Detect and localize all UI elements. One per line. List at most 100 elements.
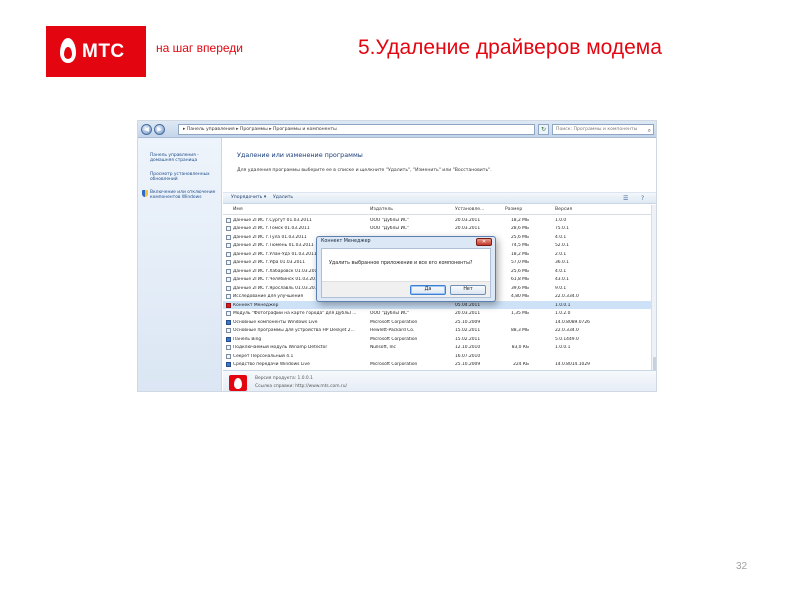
logo-text: МТС xyxy=(82,41,125,62)
table-row[interactable]: Модуль "Фотографии на карте города" для … xyxy=(223,310,651,318)
program-icon xyxy=(226,328,231,334)
program-icon xyxy=(226,285,231,291)
cell-publisher: Hewlett-Packard Co. xyxy=(370,328,415,334)
sidebar: Панель управления - домашняя страница Пр… xyxy=(138,138,222,391)
cell-size: 18,2 МБ xyxy=(511,217,529,223)
table-row[interactable]: Подключаемый модуль Winamp Detector Nulls… xyxy=(223,344,651,352)
cell-name: Основные компоненты Windows Live xyxy=(233,319,318,325)
cell-version: 9.0.1 xyxy=(555,285,567,291)
column-header-publisher[interactable]: Издатель xyxy=(370,207,393,212)
cell-version: 36.0.1 xyxy=(555,260,569,266)
program-icon xyxy=(226,277,231,283)
cell-date: 20.03.2011 xyxy=(455,311,481,317)
cell-size: 1,35 МБ xyxy=(511,311,529,317)
program-icon xyxy=(226,268,231,274)
cell-size: 88,3 МБ xyxy=(511,328,529,334)
cell-size: 61,8 МБ xyxy=(511,277,529,283)
page-subtitle: Для удаления программы выберите ее в спи… xyxy=(237,168,492,173)
cell-publisher: Nullsoft, Inc xyxy=(370,345,396,351)
close-icon[interactable]: ✕ xyxy=(476,238,492,246)
sidebar-item-updates[interactable]: Просмотр установленных обновлений xyxy=(150,172,216,183)
cell-publisher: Microsoft Corporation xyxy=(370,336,418,342)
program-icon xyxy=(226,362,231,368)
vertical-scrollbar[interactable] xyxy=(651,205,656,390)
forward-arrow-icon[interactable]: ▶ xyxy=(154,124,165,135)
table-row[interactable]: Основные программы для устройства HP Des… xyxy=(223,327,651,335)
help-link[interactable]: Ссылка справки: http://www.mts.com.ru/ xyxy=(255,384,347,389)
cell-version: 2.0.1 xyxy=(555,251,567,257)
yes-button[interactable]: Да xyxy=(410,285,446,295)
sidebar-item-windows-features[interactable]: Включение или отключение компонентов Win… xyxy=(150,190,216,201)
cell-name: Панель Bing xyxy=(233,336,262,342)
table-row[interactable]: Средство передачи Windows Live Microsoft … xyxy=(223,361,651,369)
cell-date: 16.07.2010 xyxy=(455,353,481,359)
cell-publisher: ООО "ДубльГИС" xyxy=(370,311,409,317)
table-row[interactable]: Коннект Менеджер 05.04.2011 1.0.0.1 xyxy=(223,301,651,310)
tagline: на шаг впереди xyxy=(156,41,243,55)
dialog-title: Коннект Менеджер xyxy=(321,239,371,244)
program-icon xyxy=(226,217,231,223)
organize-button[interactable]: Упорядочить ▾ xyxy=(231,195,266,200)
cell-size: 83,0 КБ xyxy=(511,345,529,351)
dialog-button-bar: Да Нет xyxy=(322,281,490,297)
cell-name: Данные 2ГИС г.Томск 01.03.2011 xyxy=(233,226,310,232)
cell-name: Подключаемый модуль Winamp Detector xyxy=(233,345,328,351)
cell-size: 74,5 МБ xyxy=(511,243,529,249)
cell-name: Модуль "Фотографии на карте города" для … xyxy=(233,311,357,317)
help-icon[interactable]: ? xyxy=(641,195,644,202)
breadcrumb[interactable]: ▸ Панель управления ▸ Программы ▸ Програ… xyxy=(178,124,535,135)
column-header-installed[interactable]: Установле... xyxy=(455,207,484,212)
column-header-size[interactable]: Размер xyxy=(505,207,522,212)
address-bar: ◀ ▶ ▸ Панель управления ▸ Программы ▸ Пр… xyxy=(138,121,656,138)
cell-size: 39,6 МБ xyxy=(511,285,529,291)
back-arrow-icon[interactable]: ◀ xyxy=(141,124,152,135)
cell-date: 25.10.2009 xyxy=(455,319,481,325)
program-icon xyxy=(226,336,231,342)
cell-version: 5.0.1449.0 xyxy=(555,336,579,342)
uninstall-button[interactable]: Удалить xyxy=(273,195,293,200)
cell-size: 18,2 МБ xyxy=(511,251,529,257)
confirm-dialog: Коннект Менеджер ✕ Удалить выбранное при… xyxy=(316,236,496,302)
cell-version: 1.0.0.1 xyxy=(555,345,571,351)
column-header-name[interactable]: Имя xyxy=(233,207,243,212)
cell-version: 1.0.0.1 xyxy=(555,302,571,308)
column-header-version[interactable]: Версия xyxy=(555,207,572,212)
program-icon xyxy=(226,353,231,359)
table-row[interactable]: Данные 2ГИС г.Томск 01.03.2011 ООО "Дубль… xyxy=(223,225,651,233)
view-options-icon[interactable]: ☰ xyxy=(623,195,628,202)
slide-title: 5.Удаление драйверов модема xyxy=(358,36,662,59)
search-placeholder: Поиск: Программы и компоненты xyxy=(556,127,638,132)
mts-logo: МТС xyxy=(46,26,146,77)
table-row[interactable]: Секрет Персональный 4.1 16.07.2010 xyxy=(223,352,651,360)
page-heading: Удаление или изменение программы xyxy=(237,151,363,159)
cell-date: 15.02.2011 xyxy=(455,336,481,342)
table-row[interactable]: Данные 2ГИС г.Сургут 01.03.2011 ООО "Дубл… xyxy=(223,216,651,224)
cell-version: 1.0.0 xyxy=(555,217,567,223)
details-pane: Версия продукта: 1.0.0.1 Ссылка справки:… xyxy=(223,370,656,391)
cell-size: 28,6 МБ xyxy=(511,226,529,232)
cell-name: Коннект Менеджер xyxy=(233,302,279,308)
page-number: 32 xyxy=(736,561,748,572)
cell-size: 224 КБ xyxy=(513,362,529,368)
cell-name: Средство передачи Windows Live xyxy=(233,362,310,368)
search-input[interactable]: Поиск: Программы и компоненты ⌕ xyxy=(552,124,654,135)
cell-name: Данные 2ГИС г.Сургут 01.03.2011 xyxy=(233,217,312,223)
cell-version: 4.0.1 xyxy=(555,268,567,274)
cell-date: 20.03.2011 xyxy=(455,226,481,232)
cell-name: Основные программы для устройства HP Des… xyxy=(233,328,355,334)
table-row[interactable]: Панель Bing Microsoft Corporation 15.02.20… xyxy=(223,335,651,343)
cell-date: 12.10.2010 xyxy=(455,345,481,351)
program-icon xyxy=(226,345,231,351)
refresh-icon[interactable]: ↻ xyxy=(538,124,549,135)
program-icon xyxy=(226,243,231,249)
shield-icon xyxy=(142,190,148,197)
table-row[interactable]: Основные компоненты Windows Live Microsof… xyxy=(223,318,651,326)
sidebar-item-home[interactable]: Панель управления - домашняя страница xyxy=(150,153,216,164)
no-button[interactable]: Нет xyxy=(450,285,486,295)
cell-date: 05.04.2011 xyxy=(455,302,481,308)
column-headers: Имя Издатель Установле... Размер Версия xyxy=(223,205,651,215)
cell-publisher: ООО "ДубльГИС" xyxy=(370,226,409,232)
cell-version: 22.0.334.0 xyxy=(555,294,579,300)
cell-name: Секрет Персональный 4.1 xyxy=(233,353,294,359)
cell-version: 75.0.1 xyxy=(555,226,569,232)
